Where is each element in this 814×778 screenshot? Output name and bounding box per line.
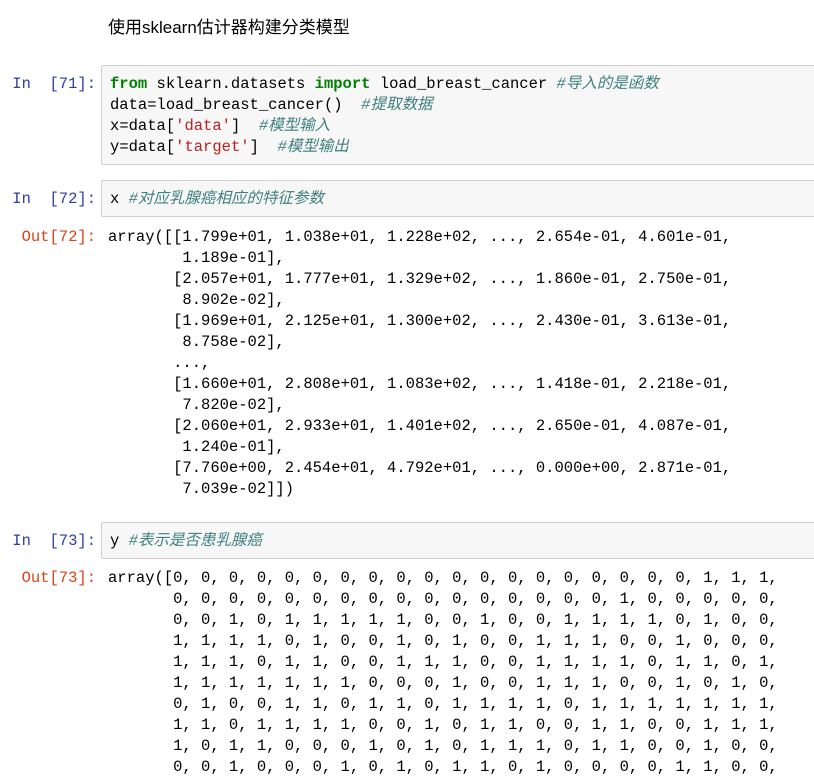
output-line: 8.758e-02], xyxy=(108,333,285,351)
code-input-73[interactable]: y #表示是否患乳腺癌 xyxy=(110,531,806,552)
output-line: array([0, 0, 0, 0, 0, 0, 0, 0, 0, 0, 0, … xyxy=(108,569,778,587)
output-line: array([[1.799e+01, 1.038e+01, 1.228e+02,… xyxy=(108,228,732,246)
output-line: 7.039e-02]]) xyxy=(108,480,295,498)
code-input-72[interactable]: x #对应乳腺癌相应的特征参数 xyxy=(110,189,806,210)
output-line: [2.057e+01, 1.777e+01, 1.329e+02, ..., 1… xyxy=(108,270,732,288)
output-line: 1, 1, 1, 1, 1, 1, 1, 0, 0, 0, 1, 0, 0, 1… xyxy=(108,674,778,692)
code-token: data[ xyxy=(128,117,176,135)
code-token: data xyxy=(110,96,148,114)
code-line: from sklearn.datasets import load_breast… xyxy=(110,74,806,95)
output-line: [7.760e+00, 2.454e+01, 4.792e+01, ..., 0… xyxy=(108,459,732,477)
output-line: 1, 1, 1, 1, 0, 1, 0, 0, 1, 0, 1, 0, 0, 1… xyxy=(108,632,778,650)
output-line: 0, 0, 1, 0, 0, 0, 1, 0, 1, 0, 1, 1, 0, 1… xyxy=(108,758,778,776)
code-comment: #模型输出 xyxy=(277,138,349,156)
code-token: sklearn.datasets xyxy=(147,75,315,93)
in-prompt-72: In [72]: xyxy=(12,190,96,208)
in-prompt-73: In [73]: xyxy=(12,532,96,550)
code-token: = xyxy=(119,138,129,156)
code-keyword: from xyxy=(110,75,148,93)
output-line: 0, 0, 1, 0, 1, 1, 1, 1, 1, 0, 0, 1, 0, 0… xyxy=(108,611,778,629)
code-token: ] xyxy=(249,138,278,156)
code-comment: #表示是否患乳腺癌 xyxy=(128,532,262,550)
code-token: load_breast_cancer xyxy=(370,75,557,93)
out-prompt-72: Out[72]: xyxy=(21,228,96,246)
code-token: y xyxy=(110,532,129,550)
code-token: = xyxy=(119,117,129,135)
output-line: [2.060e+01, 2.933e+01, 1.401e+02, ..., 2… xyxy=(108,417,732,435)
output-area-72: array([[1.799e+01, 1.038e+01, 1.228e+02,… xyxy=(108,227,814,500)
code-comment: #导入的是函数 xyxy=(556,75,659,93)
code-token: = xyxy=(147,96,157,114)
output-line: 0, 0, 0, 0, 0, 0, 0, 0, 0, 0, 0, 0, 0, 0… xyxy=(108,590,778,608)
output-line: [1.969e+01, 2.125e+01, 1.300e+02, ..., 2… xyxy=(108,312,732,330)
output-line: 1, 0, 1, 1, 0, 0, 0, 1, 0, 1, 0, 1, 1, 1… xyxy=(108,737,778,755)
code-cell-72[interactable]: x #对应乳腺癌相应的特征参数 xyxy=(101,180,814,217)
code-line: y #表示是否患乳腺癌 xyxy=(110,531,806,552)
code-string: 'data' xyxy=(175,117,231,135)
output-area-73: array([0, 0, 0, 0, 0, 0, 0, 0, 0, 0, 0, … xyxy=(108,568,814,778)
code-comment: #提取数据 xyxy=(361,96,433,114)
code-line: x #对应乳腺癌相应的特征参数 xyxy=(110,189,806,210)
code-token: data[ xyxy=(128,138,176,156)
markdown-text: 使用sklearn估计器构建分类模型 xyxy=(108,18,350,37)
output-line: 1, 1, 1, 0, 1, 1, 0, 0, 1, 1, 1, 0, 0, 1… xyxy=(108,653,778,671)
output-line: [1.660e+01, 2.808e+01, 1.083e+02, ..., 1… xyxy=(108,375,732,393)
out-prompt-73: Out[73]: xyxy=(21,569,96,587)
code-token: x xyxy=(110,190,129,208)
code-cell-73[interactable]: y #表示是否患乳腺癌 xyxy=(101,522,814,559)
code-cell-71[interactable]: from sklearn.datasets import load_breast… xyxy=(101,65,814,165)
output-line: 8.902e-02], xyxy=(108,291,285,309)
code-line: x=data['data'] #模型输入 xyxy=(110,116,806,137)
output-line: 1.240e-01], xyxy=(108,438,285,456)
code-line: y=data['target'] #模型输出 xyxy=(110,137,806,158)
code-input-71[interactable]: from sklearn.datasets import load_breast… xyxy=(110,74,806,158)
markdown-cell[interactable]: 使用sklearn估计器构建分类模型 xyxy=(108,16,350,40)
output-line: 0, 1, 0, 0, 1, 1, 0, 1, 1, 0, 1, 1, 1, 1… xyxy=(108,695,778,713)
code-token: ] xyxy=(230,117,259,135)
code-comment: #对应乳腺癌相应的特征参数 xyxy=(128,190,324,208)
output-line: ..., xyxy=(108,354,211,372)
code-string: 'target' xyxy=(175,138,250,156)
code-comment: #模型输入 xyxy=(258,117,331,135)
code-keyword: import xyxy=(314,75,371,93)
code-token: load_breast_cancer() xyxy=(156,96,362,114)
code-token: y xyxy=(110,138,120,156)
code-line: data=load_breast_cancer() #提取数据 xyxy=(110,95,806,116)
output-line: 1.189e-01], xyxy=(108,249,285,267)
code-token: x xyxy=(110,117,120,135)
output-line: 7.820e-02], xyxy=(108,396,285,414)
output-line: 1, 1, 0, 1, 1, 1, 1, 0, 0, 1, 0, 1, 1, 0… xyxy=(108,716,778,734)
in-prompt-71: In [71]: xyxy=(12,75,96,93)
